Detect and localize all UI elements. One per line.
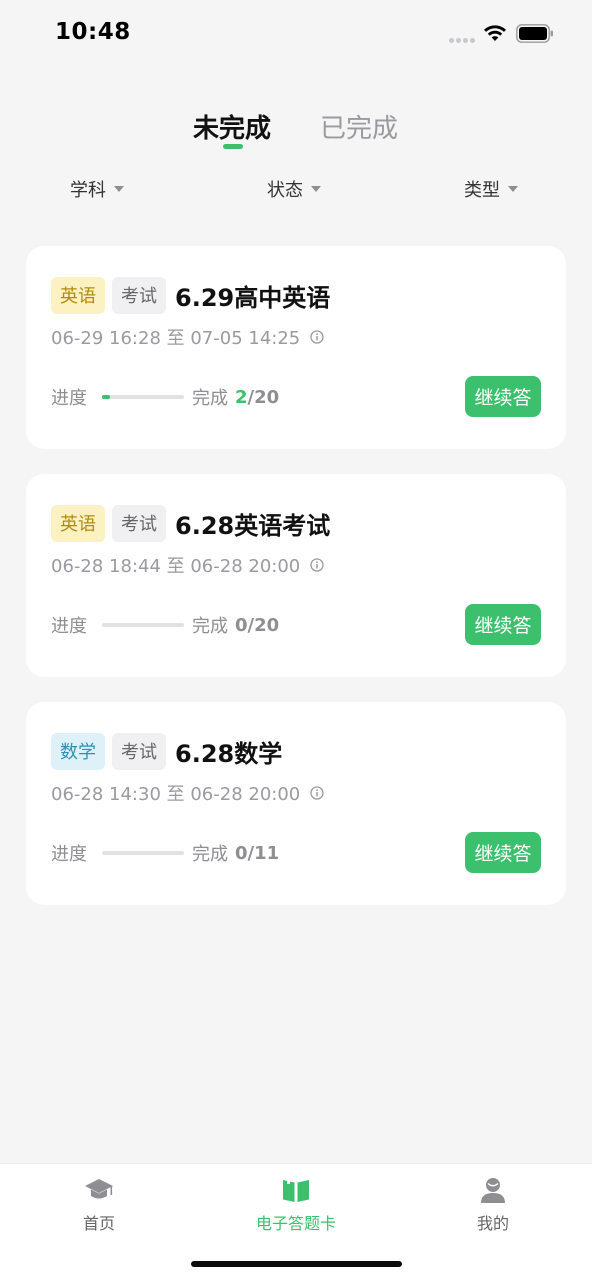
filter-status[interactable]: 状态 (267, 176, 321, 202)
caret-down-icon (114, 186, 124, 192)
nav-answer-card[interactable]: 电子答题卡 (236, 1176, 356, 1234)
progress-row: 进度 完成 0/11 (51, 840, 279, 866)
subject-tag: 数学 (51, 732, 105, 770)
kind-tag: 考试 (112, 732, 166, 770)
caret-down-icon (311, 186, 321, 192)
info-icon[interactable] (310, 786, 324, 800)
progress-bar (102, 623, 184, 627)
open-book-icon (283, 1178, 309, 1202)
done-current: 2 (235, 386, 248, 408)
filter-subject[interactable]: 学科 (70, 176, 124, 202)
done-label: 完成 (192, 388, 228, 409)
continue-answer-button[interactable]: 继续答 (465, 376, 541, 417)
top-tabs: 未完成 已完成 (0, 100, 592, 156)
nav-answer-card-label: 电子答题卡 (255, 1214, 336, 1233)
progress-bar (102, 851, 184, 855)
progress-label: 进度 (51, 616, 87, 637)
filter-type-label: 类型 (464, 180, 500, 201)
continue-answer-button[interactable]: 继续答 (465, 832, 541, 873)
nav-home[interactable]: 首页 (39, 1176, 159, 1234)
card-title: 6.28英语考试 (175, 511, 331, 540)
person-icon (481, 1178, 505, 1203)
done-total: /11 (247, 842, 280, 864)
done-count: 0/11 (235, 843, 279, 864)
card-header: 数学 考试 6.28数学 (51, 732, 282, 770)
card-time: 06-28 14:30 至 06-28 20:00 (51, 780, 324, 806)
progress-fill (102, 395, 111, 399)
progress-row: 进度 完成 0/20 (51, 612, 279, 638)
done-current: 0 (235, 614, 248, 636)
filter-bar: 学科 状态 类型 (0, 176, 592, 206)
tab-active-indicator (223, 144, 243, 149)
card-header: 英语 考试 6.29高中英语 (51, 276, 330, 314)
card-title: 6.28数学 (175, 739, 283, 768)
card-time: 06-28 18:44 至 06-28 20:00 (51, 552, 324, 578)
wifi-icon (484, 25, 506, 41)
filter-subject-label: 学科 (70, 180, 106, 201)
tab-unfinished[interactable]: 未完成 (193, 108, 271, 145)
done-total: /20 (247, 386, 280, 408)
continue-answer-button[interactable]: 继续答 (465, 604, 541, 645)
progress-label: 进度 (51, 844, 87, 865)
info-icon[interactable] (310, 330, 324, 344)
filter-type[interactable]: 类型 (464, 176, 518, 202)
nav-me[interactable]: 我的 (433, 1176, 553, 1234)
progress-bar (102, 395, 184, 399)
kind-tag: 考试 (112, 276, 166, 314)
exam-card[interactable]: 英语 考试 6.28英语考试 06-28 18:44 至 06-28 20:00… (26, 474, 566, 677)
signal-icon (449, 38, 477, 44)
graduation-cap-icon (85, 1179, 113, 1199)
done-count: 0/20 (235, 615, 279, 636)
nav-me-label: 我的 (476, 1214, 509, 1233)
done-count: 2/20 (235, 387, 279, 408)
card-time: 06-29 16:28 至 07-05 14:25 (51, 324, 324, 350)
filter-status-label: 状态 (267, 180, 303, 201)
done-current: 0 (235, 842, 248, 864)
kind-tag: 考试 (112, 504, 166, 542)
caret-down-icon (508, 186, 518, 192)
subject-tag: 英语 (51, 276, 105, 314)
progress-label: 进度 (51, 388, 87, 409)
done-total: /20 (247, 614, 280, 636)
tab-finished[interactable]: 已完成 (320, 108, 398, 145)
exam-card[interactable]: 数学 考试 6.28数学 06-28 14:30 至 06-28 20:00 进… (26, 702, 566, 905)
home-indicator (191, 1261, 402, 1267)
info-icon[interactable] (310, 558, 324, 572)
card-header: 英语 考试 6.28英语考试 (51, 504, 330, 542)
done-label: 完成 (192, 844, 228, 865)
card-time-text: 06-28 18:44 至 06-28 20:00 (51, 556, 301, 577)
done-label: 完成 (192, 616, 228, 637)
card-time-text: 06-28 14:30 至 06-28 20:00 (51, 784, 301, 805)
status-time: 10:48 (55, 19, 131, 45)
progress-row: 进度 完成 2/20 (51, 384, 279, 410)
card-title: 6.29高中英语 (175, 283, 331, 312)
exam-card[interactable]: 英语 考试 6.29高中英语 06-29 16:28 至 07-05 14:25… (26, 246, 566, 449)
nav-home-label: 首页 (82, 1214, 115, 1233)
card-time-text: 06-29 16:28 至 07-05 14:25 (51, 328, 301, 349)
subject-tag: 英语 (51, 504, 105, 542)
battery-icon (516, 24, 553, 43)
status-bar: 10:48 (0, 0, 592, 70)
